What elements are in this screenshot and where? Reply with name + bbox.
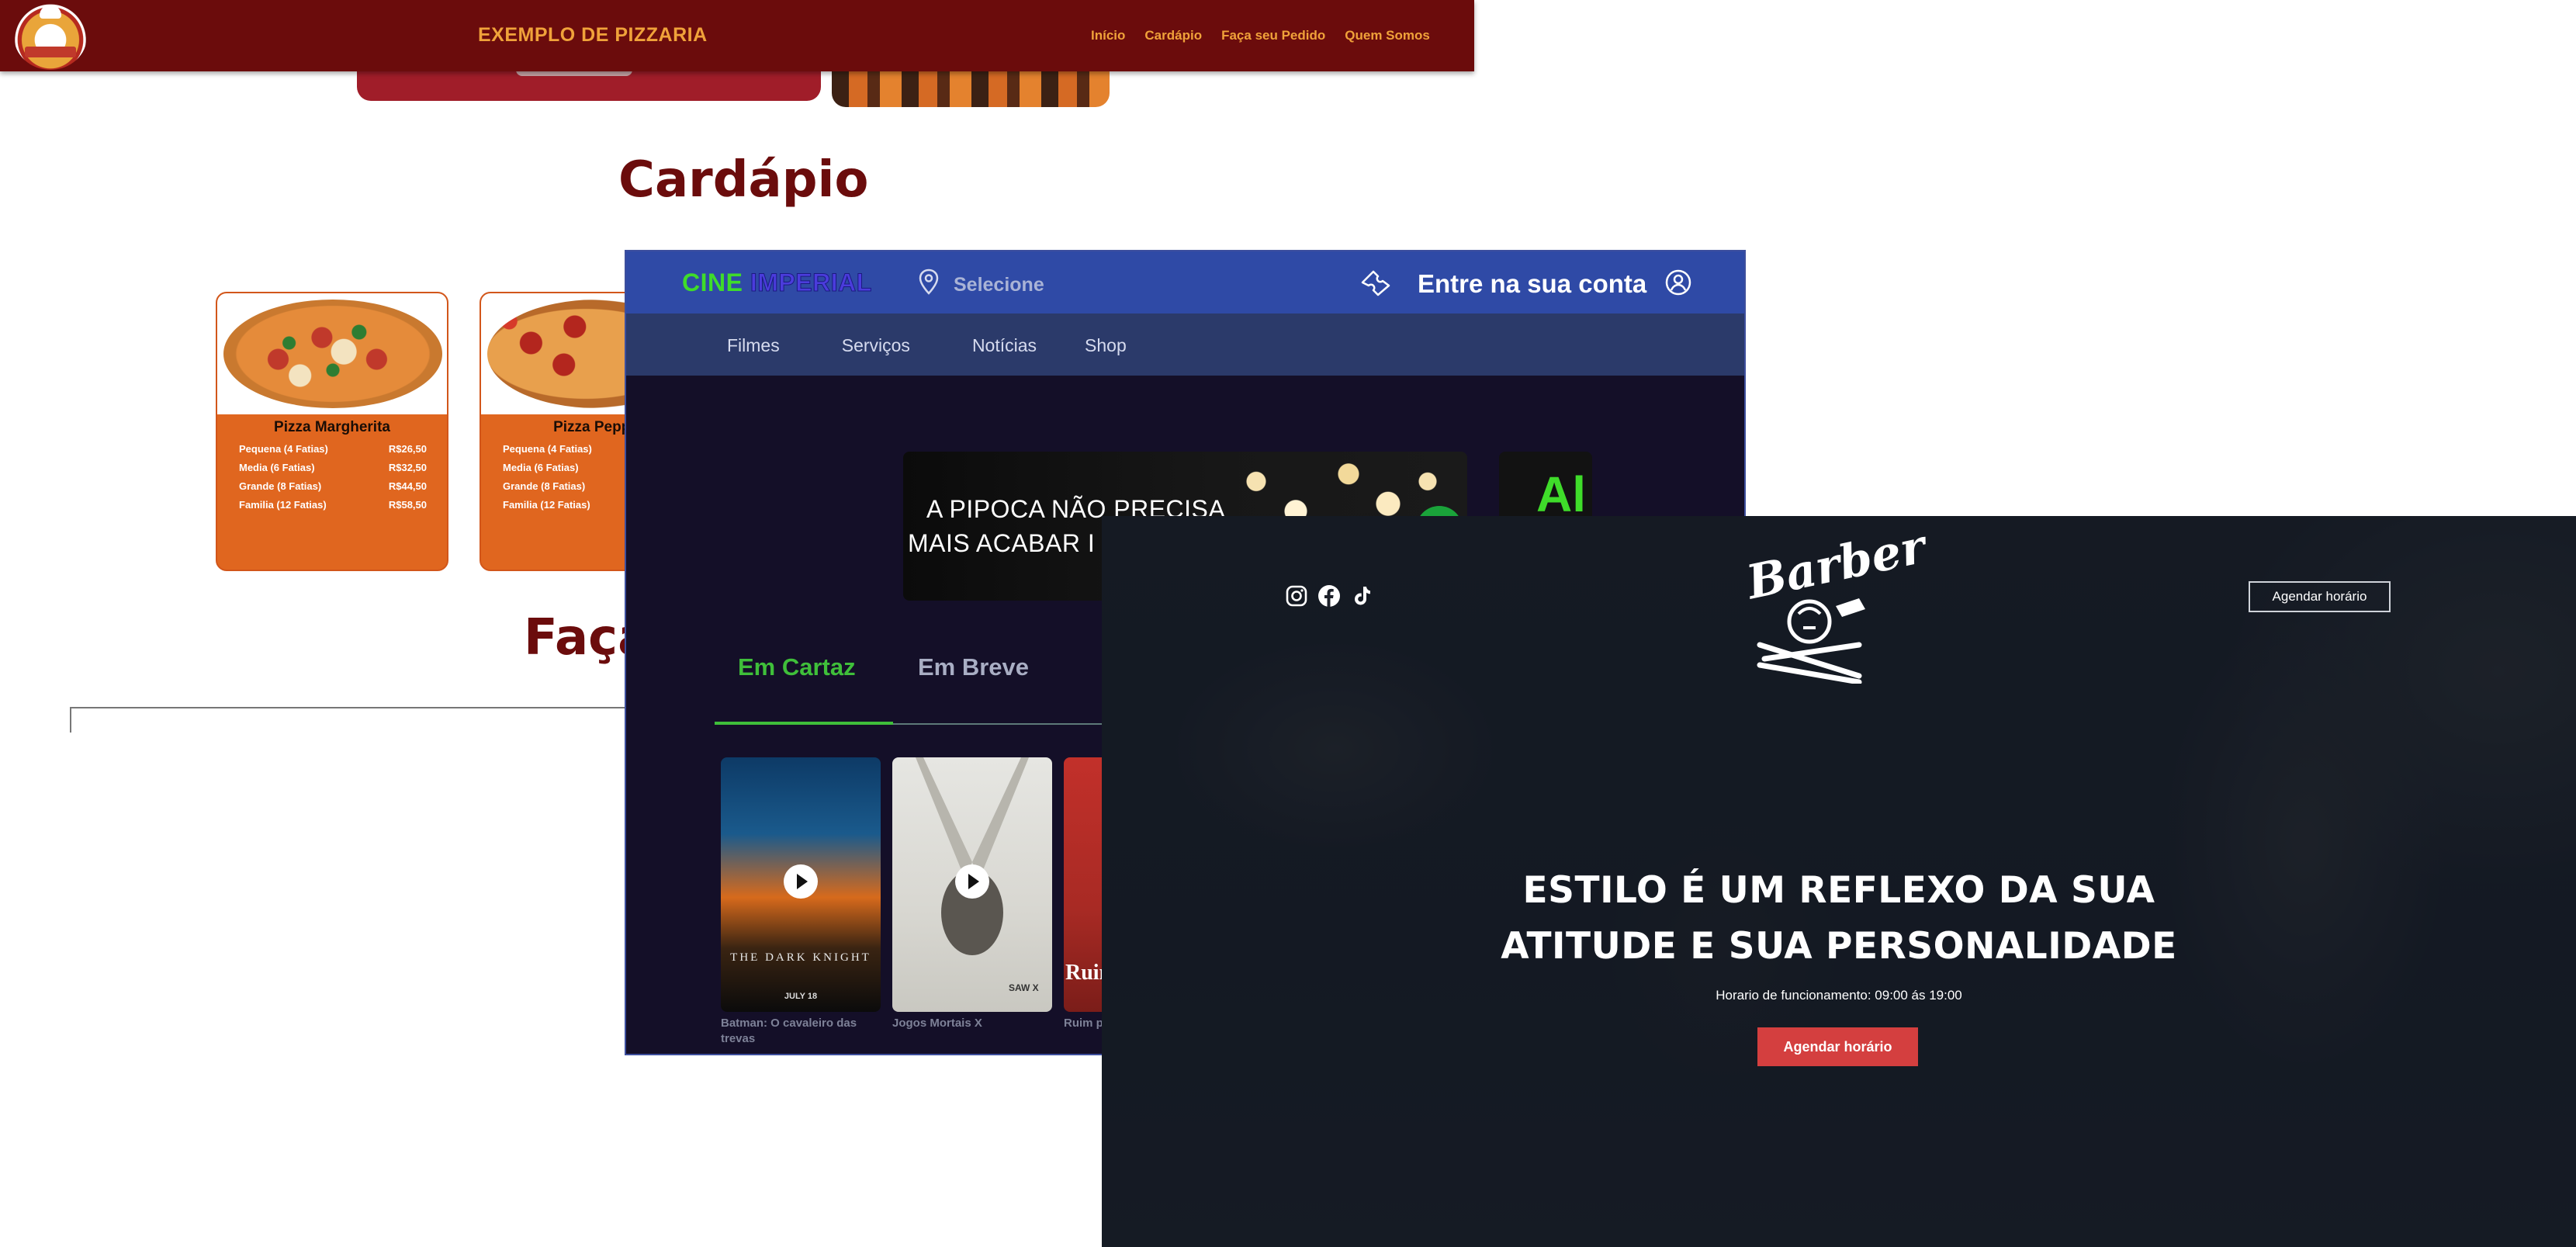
- nav-servicos[interactable]: Serviços: [842, 335, 910, 356]
- price-row: Media (6 Fatias) R$32,50: [239, 462, 427, 473]
- facebook-icon[interactable]: [1317, 584, 1341, 608]
- movie-poster[interactable]: THE DARK KNIGHT JULY 18: [721, 757, 881, 1012]
- nav-noticias[interactable]: Notícias: [972, 335, 1037, 356]
- book-appointment-header-button[interactable]: Agendar horário: [2249, 581, 2391, 612]
- location-pin-icon[interactable]: [917, 268, 940, 295]
- location-select[interactable]: Selecione: [954, 274, 1044, 296]
- nav-quem-somos[interactable]: Quem Somos: [1345, 28, 1430, 43]
- section-title-menu: Cardápio: [618, 151, 869, 209]
- user-icon[interactable]: [1664, 268, 1692, 296]
- book-appointment-button[interactable]: Agendar horário: [1757, 1027, 1918, 1066]
- instagram-icon[interactable]: [1285, 584, 1308, 608]
- product-card[interactable]: Pizza Margherita Pequena (4 Fatias) R$26,…: [216, 292, 448, 571]
- cine-subnav: Filmes Serviços Notícias Shop: [727, 335, 1189, 356]
- movie-title[interactable]: Batman: O cavaleiro das trevas: [721, 1016, 868, 1047]
- pizzaria-menu: Início Cardápio Faça seu Pedido Quem Som…: [1091, 28, 1430, 43]
- tiktok-icon[interactable]: [1350, 584, 1373, 608]
- cine-logo[interactable]: CINE IMPERIAL: [682, 268, 872, 297]
- tab-em-breve[interactable]: Em Breve: [918, 653, 1029, 681]
- pizzaria-logo[interactable]: [14, 3, 87, 70]
- hero-headline: ESTILO É UM REFLEXO DA SUA ATITUDE E SUA…: [1501, 869, 2177, 968]
- nav-cardapio[interactable]: Cardápio: [1144, 28, 1202, 43]
- product-name: Pizza Margherita: [274, 419, 390, 435]
- price-row: Grande (8 Fatias) R$44,50: [239, 480, 427, 492]
- play-icon[interactable]: [784, 864, 818, 899]
- banner-text: Al: [1536, 466, 1586, 522]
- hero-image-left: [357, 70, 821, 101]
- active-tab-indicator: [715, 722, 893, 725]
- login-link[interactable]: Entre na sua conta: [1418, 269, 1646, 299]
- movie-title[interactable]: Jogos Mortais X: [892, 1016, 1040, 1031]
- nav-filmes[interactable]: Filmes: [727, 335, 780, 356]
- price-row: Familia (12 Fatias) R$58,50: [239, 499, 427, 511]
- banner-text: MAIS ACABAR I: [908, 529, 1096, 557]
- barber-window: Barber Agendar horário ESTILO É UM REFLE…: [1102, 516, 2576, 1247]
- social-links: [1285, 584, 1373, 608]
- nav-shop[interactable]: Shop: [1085, 335, 1127, 356]
- movie-poster[interactable]: SAW X: [892, 757, 1052, 1012]
- play-icon[interactable]: [955, 864, 989, 899]
- brand-title: EXEMPLO DE PIZZARIA: [478, 24, 708, 46]
- order-form-frame[interactable]: [70, 707, 660, 733]
- ticket-icon[interactable]: [1359, 268, 1392, 296]
- nav-pedido[interactable]: Faça seu Pedido: [1221, 28, 1325, 43]
- nav-inicio[interactable]: Início: [1091, 28, 1125, 43]
- opening-hours: Horario de funcionamento: 09:00 ás 19:00: [1716, 988, 1962, 1003]
- tab-em-cartaz[interactable]: Em Cartaz: [738, 653, 856, 681]
- pizza-image: [217, 293, 447, 414]
- price-row: Pequena (4 Fatias) R$26,50: [239, 443, 427, 455]
- pizzaria-navbar: EXEMPLO DE PIZZARIA Início Cardápio Faça…: [0, 0, 1474, 71]
- hero-image-right: [832, 70, 1110, 107]
